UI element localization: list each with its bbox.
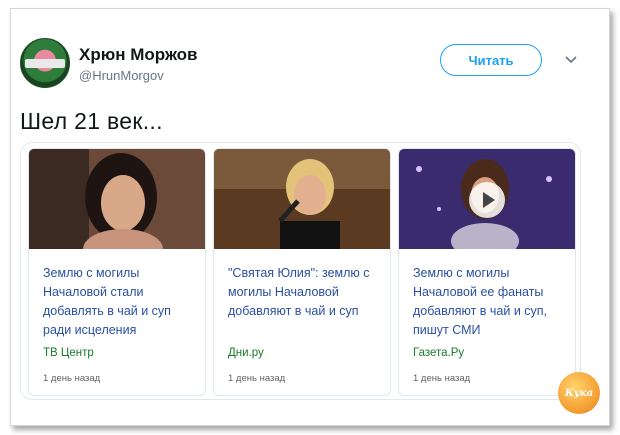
news-card[interactable]: Землю с могилы Началовой стали добавлять… xyxy=(28,148,206,396)
news-headline[interactable]: "Святая Юлия": землю с могилы Началовой … xyxy=(228,264,380,321)
news-headline[interactable]: Землю с могилы Началовой стали добавлять… xyxy=(43,264,195,340)
news-card[interactable]: Землю с могилы Началовой ее фанаты добав… xyxy=(398,148,576,396)
tweet-text: Шел 21 век... xyxy=(20,108,163,134)
news-image xyxy=(29,149,205,249)
news-source: Дни.ру xyxy=(228,347,264,359)
avatar[interactable] xyxy=(20,38,70,88)
news-time: 1 день назад xyxy=(43,373,101,384)
news-image xyxy=(214,149,390,249)
author-name[interactable]: Хрюн Моржов xyxy=(79,45,197,65)
author-handle[interactable]: @HrunMorgov xyxy=(79,68,164,83)
news-headline[interactable]: Землю с могилы Началовой ее фанаты добав… xyxy=(413,264,565,340)
news-source: Газета.Ру xyxy=(413,347,465,359)
chevron-down-icon[interactable] xyxy=(565,56,577,64)
news-time: 1 день назад xyxy=(413,373,471,384)
play-icon[interactable] xyxy=(469,182,505,218)
news-image xyxy=(399,149,575,249)
news-card[interactable]: "Святая Юлия": землю с могилы Началовой … xyxy=(213,148,391,396)
follow-button[interactable]: Читать xyxy=(440,44,542,76)
news-time: 1 день назад xyxy=(228,373,286,384)
watermark-logo: Кука xyxy=(558,372,600,414)
news-source: ТВ Центр xyxy=(43,347,94,359)
